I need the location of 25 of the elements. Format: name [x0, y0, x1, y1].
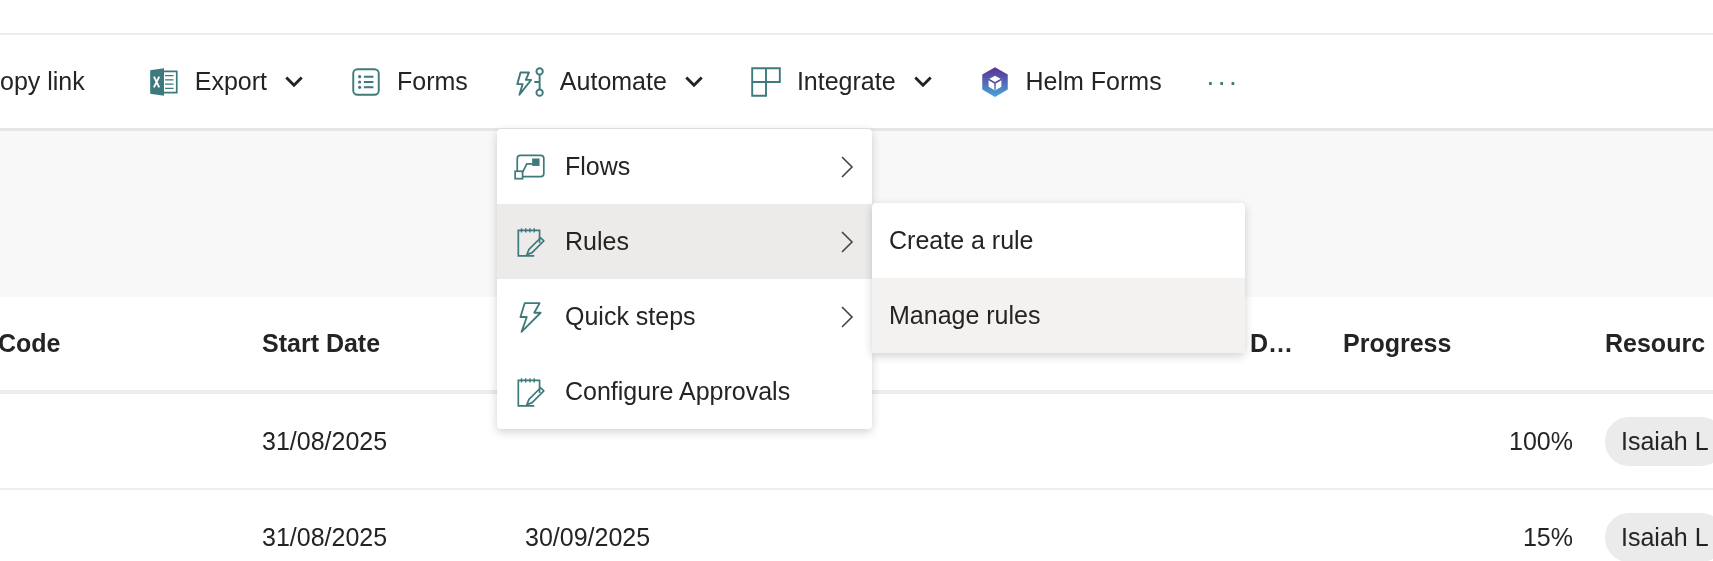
menu-item[interactable]: Flows: [497, 129, 872, 204]
toolbar-button[interactable]: opy link: [0, 51, 125, 112]
column-header[interactable]: Progress: [1343, 329, 1452, 357]
table-cell: 15%: [1522, 522, 1573, 551]
toolbar-button[interactable]: Forms: [327, 51, 490, 112]
menu-item[interactable]: Rules: [497, 204, 872, 279]
toolbar-button[interactable]: Helm Forms: [955, 51, 1184, 112]
column-header[interactable]: Resourc: [1605, 329, 1706, 357]
more-button[interactable]: ···: [1183, 65, 1262, 98]
column-header[interactable]: D…: [1250, 329, 1294, 357]
menu-item[interactable]: Configure Approvals: [497, 354, 872, 429]
table-cell: 31/08/2025: [262, 426, 388, 455]
toolbar-button[interactable]: Integrate: [726, 51, 956, 112]
table-cell: 30/09/2025: [525, 522, 651, 551]
table-cell: 100%: [1509, 426, 1573, 455]
person-pill[interactable]: Isaiah L: [1605, 512, 1713, 561]
table-cell: 31/08/2025: [262, 522, 388, 551]
grid-blocks-icon: [748, 64, 783, 99]
toolbar-button[interactable]: Export: [124, 51, 328, 112]
toolbar-button[interactable]: Automate: [489, 51, 727, 112]
menu-item[interactable]: Manage rules: [872, 278, 1245, 353]
column-header[interactable]: Start Date: [262, 329, 381, 357]
menu-item[interactable]: Create a rule: [872, 203, 1245, 278]
menu-item[interactable]: Quick steps: [497, 279, 872, 354]
person-pill[interactable]: Isaiah L: [1605, 416, 1713, 466]
